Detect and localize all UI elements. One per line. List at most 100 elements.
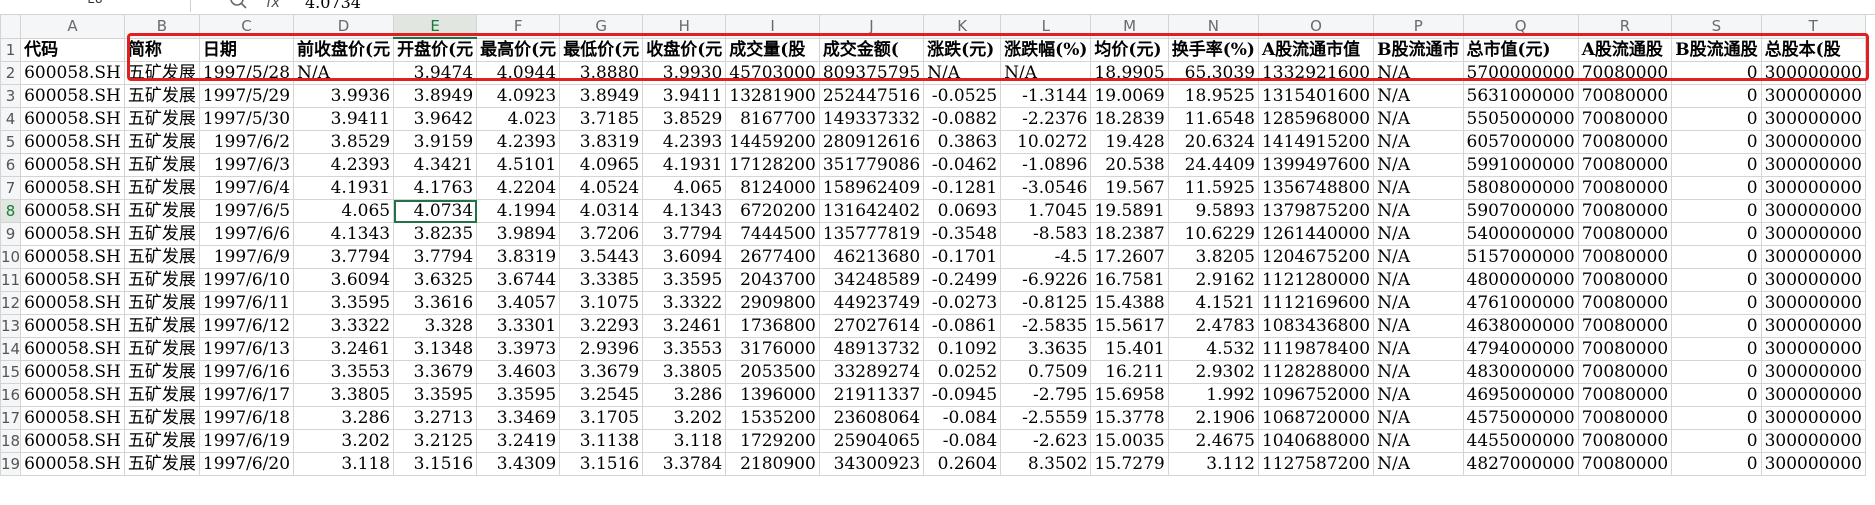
table-cell[interactable]: 1997/6/16 — [198, 360, 295, 384]
table-cell[interactable]: 3.7206 — [559, 222, 644, 246]
table-cell[interactable]: 4.2393 — [642, 130, 727, 154]
table-cell[interactable]: -0.0945 — [923, 383, 1002, 407]
table-cell[interactable]: 3.8949 — [393, 84, 478, 108]
table-cell[interactable]: 1.992 — [1167, 383, 1259, 407]
table-cell[interactable]: 1356748800 — [1257, 176, 1375, 200]
table-cell[interactable]: 600058.SH — [20, 268, 125, 292]
table-cell[interactable]: 3.9642 — [393, 107, 478, 131]
table-cell[interactable]: N/A — [293, 61, 395, 85]
table-cell[interactable]: 3.7794 — [642, 222, 727, 246]
table-cell[interactable]: 70080000 — [1577, 199, 1673, 223]
table-cell[interactable]: 五矿发展 — [123, 153, 200, 177]
table-cell[interactable]: 15.5617 — [1090, 314, 1169, 338]
table-cell[interactable]: 3.3322 — [293, 314, 395, 338]
table-cell[interactable]: -1.3144 — [1000, 84, 1092, 108]
table-cell[interactable]: 600058.SH — [20, 383, 125, 407]
table-cell[interactable]: 7444500 — [725, 222, 820, 246]
table-cell[interactable]: 1121280000 — [1257, 268, 1375, 292]
table-cell[interactable]: 五矿发展 — [123, 199, 200, 223]
table-cell[interactable]: 4800000000 — [1462, 268, 1579, 292]
table-cell[interactable]: 2053500 — [725, 360, 820, 384]
row-number[interactable]: 16 — [0, 383, 22, 407]
table-cell[interactable]: 3.1348 — [393, 337, 478, 361]
table-cell[interactable]: 809375795 — [818, 61, 925, 85]
table-cell[interactable]: 1119878400 — [1257, 337, 1375, 361]
table-cell[interactable]: 300000000 — [1760, 383, 1866, 407]
table-cell[interactable]: 70080000 — [1577, 406, 1673, 430]
table-cell[interactable]: 8.3502 — [1000, 452, 1092, 476]
row-number[interactable]: 8 — [0, 199, 22, 223]
table-cell[interactable]: 1997/6/9 — [198, 245, 295, 269]
table-cell[interactable]: 10.0272 — [1000, 130, 1092, 154]
table-cell[interactable]: 0 — [1671, 291, 1762, 315]
table-cell[interactable]: 1414915200 — [1257, 130, 1375, 154]
table-cell[interactable]: 1997/6/17 — [198, 383, 295, 407]
table-cell[interactable]: 300000000 — [1760, 429, 1866, 453]
table-cell[interactable]: 600058.SH — [20, 176, 125, 200]
table-cell[interactable]: 3.6744 — [476, 268, 561, 292]
table-cell[interactable]: 18.9905 — [1090, 61, 1169, 85]
table-cell[interactable]: 3.2545 — [559, 383, 644, 407]
table-cell[interactable]: 3.3679 — [559, 360, 644, 384]
table-cell[interactable]: 3.3635 — [1000, 337, 1092, 361]
table-cell[interactable]: N/A — [923, 61, 1002, 85]
table-cell[interactable]: 1997/6/3 — [198, 153, 295, 177]
table-cell[interactable]: 3.4603 — [476, 360, 561, 384]
table-cell[interactable]: 0 — [1671, 130, 1762, 154]
table-cell[interactable]: 4827000000 — [1462, 452, 1579, 476]
column-header-n[interactable]: N — [1167, 14, 1259, 39]
table-cell[interactable]: 4638000000 — [1462, 314, 1579, 338]
table-cell[interactable]: 1.7045 — [1000, 199, 1092, 223]
table-cell[interactable]: 10.6229 — [1167, 222, 1259, 246]
column-header-q[interactable]: Q — [1462, 14, 1579, 39]
table-cell[interactable]: 0 — [1671, 337, 1762, 361]
header-cell[interactable]: 成交量(股 — [725, 37, 820, 62]
table-cell[interactable]: 4.5101 — [476, 153, 561, 177]
table-cell[interactable]: N/A — [1373, 130, 1464, 154]
table-cell[interactable]: 五矿发展 — [123, 406, 200, 430]
table-cell[interactable]: 1729200 — [725, 429, 820, 453]
table-cell[interactable]: 149337332 — [818, 107, 925, 131]
table-cell[interactable]: 4830000000 — [1462, 360, 1579, 384]
table-cell[interactable]: 0 — [1671, 383, 1762, 407]
table-cell[interactable]: 21911337 — [818, 383, 925, 407]
table-cell[interactable]: 1040688000 — [1257, 429, 1375, 453]
table-cell[interactable]: 3.9411 — [293, 107, 395, 131]
table-cell[interactable]: 1315401600 — [1257, 84, 1375, 108]
table-cell[interactable]: 3.1516 — [559, 452, 644, 476]
column-header-b[interactable]: B — [123, 14, 200, 39]
table-cell[interactable]: 1997/6/10 — [198, 268, 295, 292]
table-cell[interactable]: N/A — [1373, 383, 1464, 407]
table-cell[interactable]: 600058.SH — [20, 107, 125, 131]
table-cell[interactable]: 3.8235 — [393, 222, 478, 246]
table-cell[interactable]: 4.1763 — [393, 176, 478, 200]
table-cell[interactable]: 70080000 — [1577, 107, 1673, 131]
table-cell[interactable]: 1261440000 — [1257, 222, 1375, 246]
formula-input[interactable]: 4.0734 — [305, 0, 361, 11]
table-cell[interactable]: -0.2499 — [923, 268, 1002, 292]
table-cell[interactable]: 300000000 — [1760, 245, 1866, 269]
header-cell[interactable]: 代码 — [20, 37, 125, 62]
table-cell[interactable]: 135777819 — [818, 222, 925, 246]
table-cell[interactable]: 9.5893 — [1167, 199, 1259, 223]
table-cell[interactable]: 8124000 — [725, 176, 820, 200]
table-cell[interactable]: 300000000 — [1760, 314, 1866, 338]
table-cell[interactable]: 0 — [1671, 176, 1762, 200]
table-cell[interactable]: 5907000000 — [1462, 199, 1579, 223]
table-cell[interactable]: N/A — [1373, 245, 1464, 269]
table-cell[interactable]: 1127587200 — [1257, 452, 1375, 476]
table-cell[interactable]: 300000000 — [1760, 61, 1866, 85]
table-cell[interactable]: 600058.SH — [20, 222, 125, 246]
table-cell[interactable]: 1997/6/2 — [198, 130, 295, 154]
column-header-l[interactable]: L — [1000, 14, 1092, 39]
table-cell[interactable]: 3.7185 — [559, 107, 644, 131]
table-cell[interactable]: 3.8880 — [559, 61, 644, 85]
zoom-icon[interactable] — [228, 0, 248, 11]
header-cell[interactable]: 开盘价(元 — [393, 37, 478, 62]
table-cell[interactable]: 3.2293 — [559, 314, 644, 338]
row-number[interactable]: 14 — [0, 337, 22, 361]
table-cell[interactable]: 300000000 — [1760, 199, 1866, 223]
row-number[interactable]: 6 — [0, 153, 22, 177]
table-cell[interactable]: 1736800 — [725, 314, 820, 338]
table-cell[interactable]: 3.8205 — [1167, 245, 1259, 269]
